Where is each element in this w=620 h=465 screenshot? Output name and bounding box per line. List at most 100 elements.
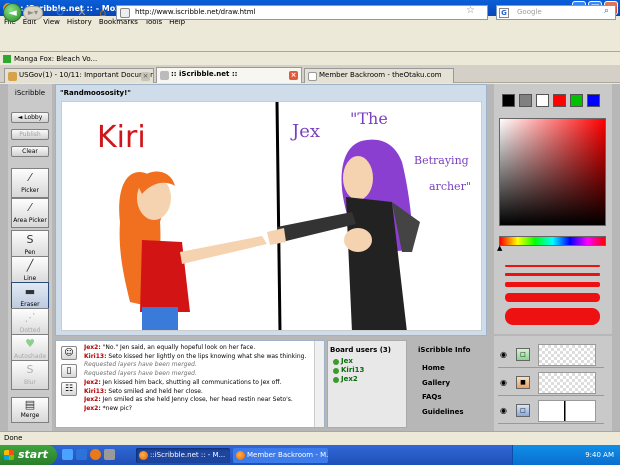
chat-text: Requested layers have been merged. xyxy=(84,370,197,378)
layer-thumbnail[interactable] xyxy=(538,372,596,394)
eye-icon[interactable]: ◉ xyxy=(500,406,507,415)
hue-slider-handle[interactable]: ▲ xyxy=(497,244,502,252)
chat-author[interactable]: Jex2: xyxy=(84,379,101,386)
line-icon: ╱ xyxy=(26,259,34,272)
google-icon[interactable]: G xyxy=(499,8,509,18)
color-picker-square[interactable] xyxy=(499,118,606,226)
desktop-icon[interactable] xyxy=(62,449,73,460)
menu-view[interactable]: View xyxy=(43,18,60,26)
kiri-shirt xyxy=(140,240,190,312)
canvas-divider-line xyxy=(275,102,282,330)
eye-icon[interactable]: ◉ xyxy=(500,378,507,387)
publish-button[interactable]: Publish xyxy=(11,129,49,140)
home-icon[interactable]: ⌂ xyxy=(97,7,109,19)
search-input[interactable]: Google xyxy=(496,5,616,20)
layer-lock-icon[interactable]: □ xyxy=(516,404,530,417)
url-bar[interactable]: http://www.iscribble.net/draw.html xyxy=(116,5,488,20)
lobby-button[interactable]: ◄ Lobby xyxy=(11,112,49,123)
tab-close-icon[interactable]: × xyxy=(141,72,150,81)
bookmark-mangafox[interactable]: Manga Fox: Bleach Vo... xyxy=(14,55,97,63)
swatch-green[interactable] xyxy=(570,94,583,107)
swatch-black[interactable] xyxy=(502,94,515,107)
drawing-artwork: Kiri Jex "The Betraying archer" xyxy=(97,102,471,330)
canvas-text-kiri: Kiri xyxy=(97,120,146,155)
info-link-faqs[interactable]: FAQs xyxy=(422,393,442,401)
user-item[interactable]: Jex xyxy=(333,357,353,365)
brush-size-3[interactable] xyxy=(505,282,600,287)
swatch-red[interactable] xyxy=(553,94,566,107)
chat-log: Jex2: "No." Jen said, an equally hopeful… xyxy=(84,344,313,424)
forward-button[interactable]: ►▾ xyxy=(23,6,43,20)
merge-button-label: Merge xyxy=(20,412,40,419)
tab-iscribble[interactable]: :: iScribble.net :: × xyxy=(156,67,302,83)
jex-face xyxy=(343,156,373,200)
clock[interactable]: 9:40 AM xyxy=(585,451,614,459)
chat-scrollbar[interactable] xyxy=(314,341,324,427)
taskbar-item-label: ::iScribble.net :: - M... xyxy=(150,451,226,459)
merge-button[interactable]: ▤ Merge xyxy=(11,397,49,423)
swatch-blue[interactable] xyxy=(587,94,600,107)
reload-icon[interactable]: ↻ xyxy=(54,7,66,19)
start-label: start xyxy=(18,448,48,461)
dotted-tool-label: Dotted xyxy=(19,327,41,334)
brush-size-5[interactable] xyxy=(505,308,600,325)
site-identity-icon[interactable] xyxy=(120,8,130,18)
back-button[interactable]: ◄ xyxy=(3,3,22,22)
area-picker-tool[interactable]: ⁄ Area Picker xyxy=(11,198,49,228)
chat-author[interactable]: Kiri13: xyxy=(84,388,106,395)
bookmark-star-icon[interactable]: ☆ xyxy=(466,5,475,16)
user-item[interactable]: Jex2 xyxy=(333,375,358,383)
menu-history[interactable]: History xyxy=(67,18,92,26)
chat-save-icon[interactable]: ▯ xyxy=(61,364,77,378)
dotted-line-icon: ⋰ xyxy=(24,311,36,324)
tab-close-icon[interactable]: × xyxy=(289,71,298,80)
layer-thumbnail[interactable] xyxy=(538,344,596,366)
user-item[interactable]: Kiri13 xyxy=(333,366,364,374)
clear-button[interactable]: Clear xyxy=(11,146,49,157)
layer-row[interactable]: ◉ ■ xyxy=(498,370,604,396)
chat-text: Requested layers have been merged. xyxy=(84,361,197,369)
canvas-text-betraying: Betraying xyxy=(414,154,469,167)
chat-author[interactable]: Kiri13: xyxy=(84,353,106,360)
firefox-quicklaunch-icon[interactable] xyxy=(90,449,101,460)
app-quicklaunch-icon[interactable] xyxy=(104,449,115,460)
info-link-gallery[interactable]: Gallery xyxy=(422,379,450,387)
drawing-canvas[interactable]: Kiri Jex "The Betraying archer" xyxy=(61,101,482,331)
taskbar-item-member[interactable]: Member Backroom - M... xyxy=(233,448,328,463)
brush-size-1[interactable] xyxy=(505,265,600,267)
info-link-home[interactable]: Home xyxy=(422,364,445,372)
tab-usgov-label: USGov(1) - 10/11: Important Documen... xyxy=(19,71,154,79)
chat-author[interactable]: Jex2: xyxy=(84,344,101,351)
jex-chest xyxy=(344,228,372,252)
info-link-guidelines[interactable]: Guidelines xyxy=(422,408,464,416)
tool-panel-title: iScribble xyxy=(14,89,46,97)
brush-size-2[interactable] xyxy=(505,273,600,276)
stop-icon[interactable]: ✕ xyxy=(76,7,88,19)
layer-thumbnail[interactable] xyxy=(538,400,596,422)
eye-icon[interactable]: ◉ xyxy=(500,350,507,359)
picker-tool[interactable]: ⁄ Picker xyxy=(11,168,49,198)
brush-size-4[interactable] xyxy=(505,293,600,302)
ie-icon[interactable] xyxy=(76,449,87,460)
layer-lock-icon[interactable]: □ xyxy=(516,348,530,361)
swatch-gray[interactable] xyxy=(519,94,532,107)
taskbar-item-iscribble[interactable]: ::iScribble.net :: - M... xyxy=(136,448,230,463)
start-button[interactable]: start xyxy=(0,445,57,465)
windows-logo-icon xyxy=(4,450,14,460)
smiley-icon[interactable]: ☺ xyxy=(61,346,77,360)
search-magnifier-icon[interactable]: ⌕ xyxy=(604,6,609,16)
eraser-icon: ▬ xyxy=(24,285,36,298)
chat-author[interactable]: Jex2: xyxy=(84,396,101,403)
hue-slider[interactable] xyxy=(499,236,606,246)
chat-options-icon[interactable]: ☷ xyxy=(61,382,77,396)
chat-message: Jex2: *new pic? xyxy=(84,405,313,414)
layer-row[interactable]: ◉ □ xyxy=(498,398,604,424)
tab-member-label: Member Backroom - theOtaku.com xyxy=(319,71,442,79)
swatch-white[interactable] xyxy=(536,94,549,107)
layer-lock-icon[interactable]: ■ xyxy=(516,376,530,389)
tab-member-backroom[interactable]: Member Backroom - theOtaku.com xyxy=(304,68,454,83)
tab-usgov[interactable]: USGov(1) - 10/11: Important Documen... × xyxy=(4,68,154,83)
blur-tool[interactable]: S Blur xyxy=(11,360,49,390)
chat-author[interactable]: Jex2: xyxy=(84,405,101,412)
layer-row[interactable]: ◉ □ xyxy=(498,342,604,368)
